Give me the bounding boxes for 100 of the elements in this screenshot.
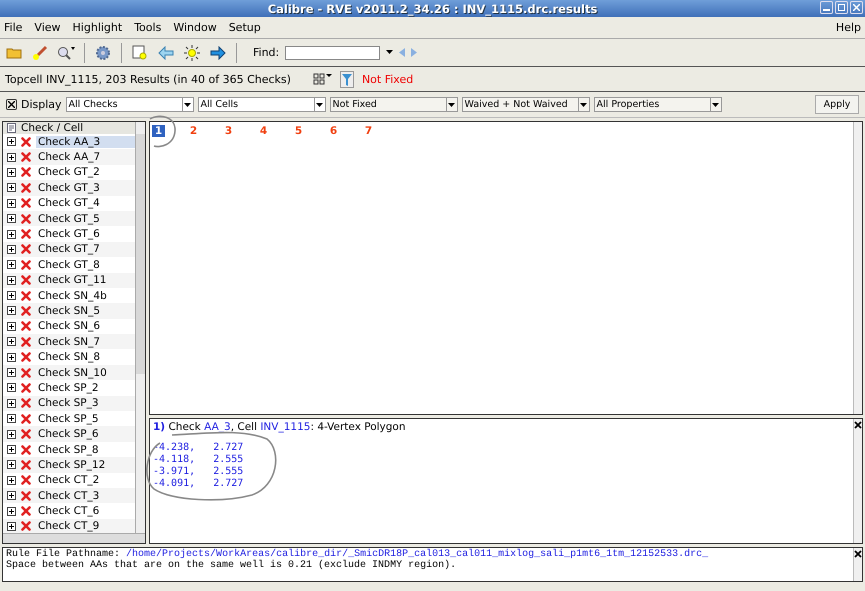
caret-icon[interactable] xyxy=(386,50,394,55)
expand-icon[interactable] xyxy=(7,260,16,270)
tree-item[interactable]: Check GT_4 xyxy=(36,197,135,210)
filter-status: Not Fixed xyxy=(362,72,414,86)
horizontal-scrollbar[interactable] xyxy=(3,533,145,543)
filter-dropdown[interactable]: All Cells xyxy=(198,97,326,112)
menu-item[interactable]: Tools xyxy=(134,21,162,34)
error-icon xyxy=(21,152,31,162)
filter-dropdown[interactable]: All Properties xyxy=(594,97,722,112)
expand-icon[interactable] xyxy=(7,522,16,531)
scrollbar[interactable] xyxy=(853,419,862,543)
close-icon[interactable] xyxy=(854,421,862,429)
result-number[interactable]: 5 xyxy=(292,125,305,137)
error-icon xyxy=(21,398,31,408)
tree-item[interactable]: Check SN_8 xyxy=(36,351,135,364)
menu-item[interactable]: Window xyxy=(173,21,217,34)
filter-dropdown[interactable]: Not Fixed xyxy=(330,97,458,112)
error-icon xyxy=(21,475,31,486)
tree-item[interactable]: Check GT_6 xyxy=(36,228,135,240)
expand-icon[interactable] xyxy=(7,152,16,162)
display-label: Display xyxy=(21,98,62,111)
close-icon xyxy=(853,4,860,11)
expand-icon[interactable] xyxy=(7,276,16,285)
expand-icon[interactable] xyxy=(7,322,16,331)
tree-item[interactable]: Check SN_4b xyxy=(36,290,135,302)
apply-button[interactable]: Apply xyxy=(815,95,859,114)
menu-item[interactable]: Setup xyxy=(228,21,261,34)
filter-icon[interactable] xyxy=(340,70,354,88)
error-icon xyxy=(21,136,31,147)
tree-item[interactable]: Check SN_6 xyxy=(36,320,135,332)
window-title: Calibre - RVE v2011.2_34.26 : INV_1115.drc.results xyxy=(268,2,598,16)
sun-icon[interactable] xyxy=(182,42,202,62)
minimize-button[interactable] xyxy=(820,1,833,14)
tree-item[interactable]: Check AA_3 xyxy=(36,136,135,148)
scrollbar[interactable] xyxy=(853,122,862,414)
filter-dropdown[interactable]: All Checks xyxy=(66,97,194,112)
expand-icon[interactable] xyxy=(7,214,16,224)
result-number[interactable]: 6 xyxy=(327,125,340,137)
menu-item[interactable]: View xyxy=(34,21,61,34)
menu-item[interactable]: File xyxy=(4,21,22,34)
result-number[interactable]: 7 xyxy=(362,125,375,137)
result-heading: 1) Check AA_3, Cell INV_1115: 4-Vertex Polygon xyxy=(153,421,407,433)
expand-icon[interactable] xyxy=(7,460,16,470)
expand-icon[interactable] xyxy=(7,430,16,439)
maximize-icon xyxy=(838,4,845,11)
filter-dropdown[interactable]: Waived + Not Waived xyxy=(462,97,590,112)
result-number[interactable]: 3 xyxy=(222,125,235,137)
expand-icon[interactable] xyxy=(7,414,16,424)
tree-item[interactable]: Check CT_2 xyxy=(36,474,135,486)
caret-icon xyxy=(184,102,192,106)
expand-icon[interactable] xyxy=(7,306,16,316)
caret-icon xyxy=(448,102,456,106)
tree-item[interactable]: Check GT_2 xyxy=(36,166,135,178)
error-icon xyxy=(21,306,31,316)
tree-item[interactable]: Check SP_5 xyxy=(36,412,135,425)
layout-grid-icon[interactable] xyxy=(312,73,332,85)
error-icon xyxy=(21,260,31,270)
error-icon xyxy=(21,352,31,362)
expand-icon[interactable] xyxy=(7,506,16,516)
menu-item[interactable]: Help xyxy=(836,21,861,34)
display-checkbox[interactable] xyxy=(6,99,17,110)
close-button[interactable] xyxy=(850,1,863,14)
expand-icon[interactable] xyxy=(7,398,16,408)
caret-icon xyxy=(316,102,324,106)
maximize-button[interactable] xyxy=(835,1,848,14)
rule-description: Space between AAs that are on the same well is 0.21 (exclude INDMY region). xyxy=(6,560,458,571)
error-icon xyxy=(21,336,31,347)
scrollbar[interactable] xyxy=(853,548,862,581)
coordinate-text: -4.118, 2.555 xyxy=(153,454,244,466)
expand-icon[interactable] xyxy=(7,491,16,500)
tree-item[interactable]: Check SP_2 xyxy=(36,382,135,394)
error-icon xyxy=(21,414,31,424)
expand-icon[interactable] xyxy=(7,198,16,208)
expand-icon[interactable] xyxy=(7,476,16,485)
expand-icon[interactable] xyxy=(7,383,16,392)
scrollbar[interactable] xyxy=(135,122,145,533)
result-number[interactable]: 2 xyxy=(187,125,200,137)
menu-item[interactable]: Highlight xyxy=(72,21,122,34)
caret-icon xyxy=(712,102,720,106)
expand-icon[interactable] xyxy=(7,368,16,378)
result-number[interactable]: 1 xyxy=(152,125,165,137)
expand-icon[interactable] xyxy=(7,230,16,239)
caret-icon xyxy=(580,102,588,106)
expand-icon[interactable] xyxy=(7,183,16,192)
close-icon[interactable] xyxy=(854,550,862,558)
expand-icon[interactable] xyxy=(7,244,16,254)
expand-icon[interactable] xyxy=(7,168,16,177)
tree-item[interactable]: Check GT_8 xyxy=(36,258,135,271)
error-icon xyxy=(21,198,31,208)
expand-icon[interactable] xyxy=(7,291,16,300)
tree-item[interactable]: Check CT_6 xyxy=(36,505,135,518)
result-number[interactable]: 4 xyxy=(257,125,270,137)
find-field[interactable] xyxy=(285,46,380,60)
expand-icon[interactable] xyxy=(7,445,16,454)
expand-icon[interactable] xyxy=(7,352,16,362)
expand-icon[interactable] xyxy=(7,337,16,346)
error-icon xyxy=(21,290,31,301)
expand-icon[interactable] xyxy=(7,137,16,146)
tree-item[interactable]: Check SP_8 xyxy=(36,444,135,456)
tree-header[interactable]: Check / Cell xyxy=(3,122,135,134)
